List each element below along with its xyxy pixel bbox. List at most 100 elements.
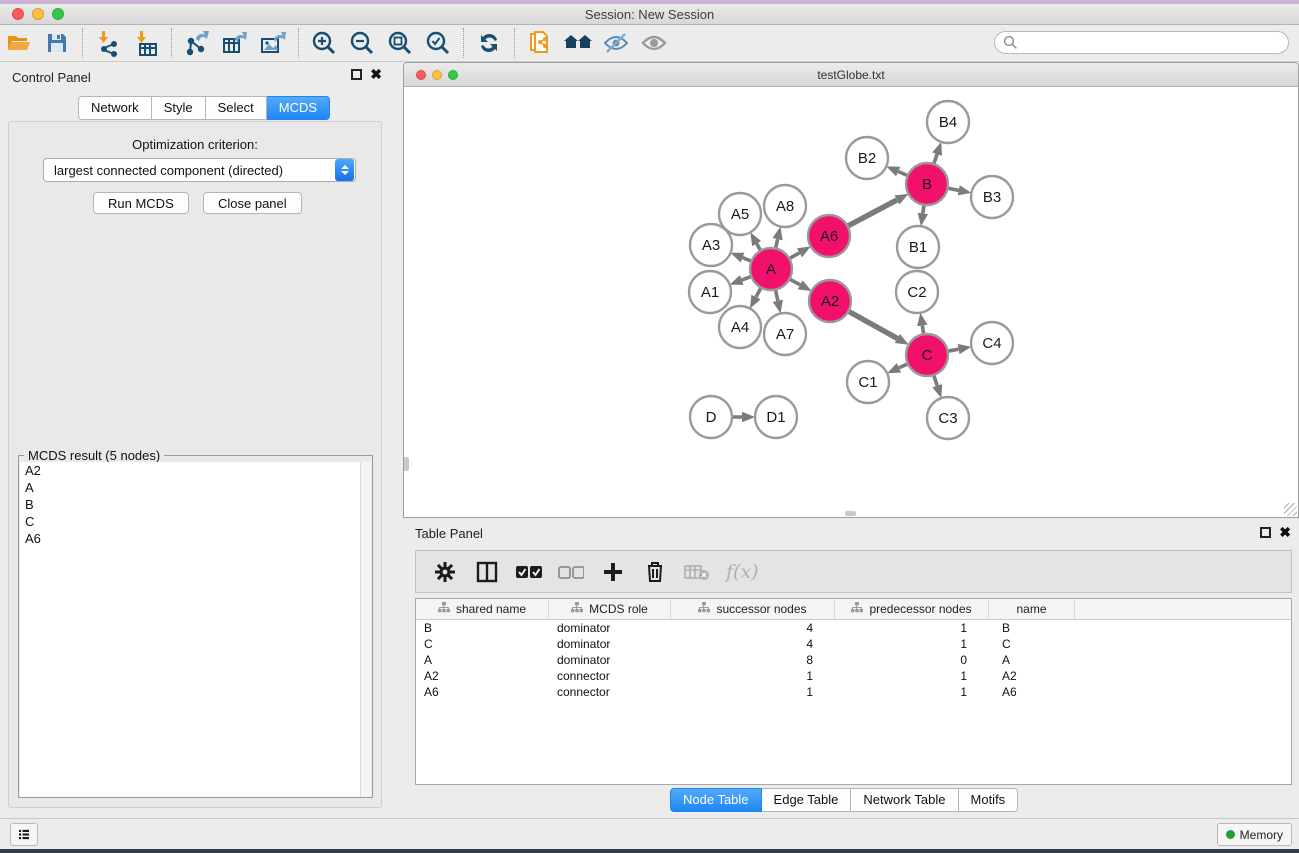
table-tabs: Node TableEdge TableNetwork TableMotifs [670,788,1018,812]
float-panel-icon[interactable] [351,69,362,80]
network-canvas[interactable]: AA1A3A4A5A7A8A6A2BB1B2B3B4CC1C2C3C4DD1 [404,87,1298,517]
table-cell: 4 [671,636,835,652]
close-panel-button[interactable]: Close panel [203,192,302,214]
run-mcds-button[interactable]: Run MCDS [93,192,189,214]
vertical-scrollbar-thumb[interactable] [404,457,409,471]
mcds-panel-body: Optimization criterion: largest connecte… [8,121,382,808]
open-folder-icon[interactable] [0,27,38,59]
select-stepper-icon [335,159,354,181]
node-A2[interactable]: A2 [809,280,851,322]
column-header-predecessor-nodes[interactable]: predecessor nodes [835,599,989,619]
node-B3[interactable]: B3 [971,176,1013,218]
float-table-panel-icon[interactable] [1260,527,1271,538]
table-cell: A6 [416,684,549,700]
table-row[interactable]: A6connector11A6 [416,684,1291,700]
table-row[interactable]: Bdominator41B [416,620,1291,636]
tab-motifs[interactable]: Motifs [959,788,1019,812]
column-header-MCDS-role[interactable]: MCDS role [549,599,671,619]
table-panel-title: Table Panel [415,526,483,541]
column-tree-icon [438,602,450,616]
export-table-icon[interactable] [216,27,254,59]
table-row[interactable]: A2connector11A2 [416,668,1291,684]
network-document-icon[interactable] [521,27,559,59]
tab-select[interactable]: Select [206,96,267,120]
result-list-item[interactable]: B [20,496,361,513]
node-A5[interactable]: A5 [719,193,761,235]
refresh-icon[interactable] [470,27,508,59]
node-B[interactable]: B [906,163,948,205]
table-cell: 4 [671,620,835,636]
node-A6[interactable]: A6 [808,215,850,257]
column-layout-icon[interactable] [474,559,500,585]
delete-column-trash-icon[interactable] [642,559,668,585]
mcds-result-list[interactable]: A2ABCA6 [20,462,361,797]
node-D[interactable]: D [690,396,732,438]
select-all-checks-icon[interactable] [516,559,542,585]
result-list-item[interactable]: A [20,479,361,496]
result-list-item[interactable]: C [20,513,361,530]
node-D1[interactable]: D1 [755,396,797,438]
node-B1[interactable]: B1 [897,226,939,268]
table-row[interactable]: Cdominator41C [416,636,1291,652]
import-table-icon[interactable] [127,27,165,59]
tab-mcds[interactable]: MCDS [267,96,330,120]
node-A[interactable]: A [750,248,792,290]
table-toolbar: f(x) [415,550,1292,593]
node-C2[interactable]: C2 [896,271,938,313]
node-C1[interactable]: C1 [847,361,889,403]
tab-network[interactable]: Network [78,96,152,120]
toolbar-separator [463,28,464,58]
column-header-successor-nodes[interactable]: successor nodes [671,599,835,619]
resize-grip-icon[interactable] [1284,503,1297,516]
network-window-titlebar: testGlobe.txt [404,63,1298,87]
mcds-result-group: MCDS result (5 nodes) A2ABCA6 [18,455,373,798]
table-cell: 8 [671,652,835,668]
deselect-all-checks-icon[interactable] [558,559,584,585]
add-column-icon[interactable] [600,559,626,585]
close-table-panel-icon[interactable]: ✖ [1279,527,1291,538]
zoom-fit-icon[interactable] [381,27,419,59]
export-network-icon[interactable] [178,27,216,59]
save-icon[interactable] [38,27,76,59]
control-panel: Control Panel ✖ NetworkStyleSelectMCDS O… [0,62,390,815]
node-A7[interactable]: A7 [764,313,806,355]
memory-button[interactable]: Memory [1217,823,1292,846]
zoom-in-icon[interactable] [305,27,343,59]
node-A4[interactable]: A4 [719,306,761,348]
result-list-item[interactable]: A2 [20,462,361,479]
result-list-scrollbar[interactable] [360,462,371,797]
tab-style[interactable]: Style [152,96,206,120]
node-C[interactable]: C [906,334,948,376]
zoom-selected-icon[interactable] [419,27,457,59]
export-image-icon[interactable] [254,27,292,59]
import-network-icon[interactable] [89,27,127,59]
function-builder-icon[interactable]: f(x) [726,561,759,583]
node-A1[interactable]: A1 [689,271,731,313]
column-header-shared-name[interactable]: shared name [416,599,549,619]
node-B2[interactable]: B2 [846,137,888,179]
horizontal-scrollbar-thumb[interactable] [845,511,856,516]
node-table[interactable]: shared nameMCDS rolesuccessor nodesprede… [415,598,1292,785]
task-history-button[interactable] [10,823,38,846]
search-input[interactable] [994,31,1289,54]
table-row[interactable]: Adominator80A [416,652,1291,668]
close-panel-icon[interactable]: ✖ [370,69,382,80]
criterion-select[interactable]: largest connected component (directed) [43,158,356,182]
tab-network-table[interactable]: Network Table [851,788,958,812]
tab-node-table[interactable]: Node Table [670,788,762,812]
node-B4[interactable]: B4 [927,101,969,143]
tab-edge-table[interactable]: Edge Table [762,788,852,812]
settings-gear-icon[interactable] [432,559,458,585]
delete-table-icon[interactable] [684,559,710,585]
column-header-name[interactable]: name [989,599,1075,619]
result-list-item[interactable]: A6 [20,530,361,547]
node-C4[interactable]: C4 [971,322,1013,364]
node-A8[interactable]: A8 [764,185,806,227]
table-cell: 1 [671,684,835,700]
zoom-out-icon[interactable] [343,27,381,59]
home-networks-icon[interactable] [559,27,597,59]
show-selected-eye-icon[interactable] [635,27,673,59]
node-C3[interactable]: C3 [927,397,969,439]
hide-selected-eye-icon[interactable] [597,27,635,59]
table-cell: 1 [835,620,989,636]
